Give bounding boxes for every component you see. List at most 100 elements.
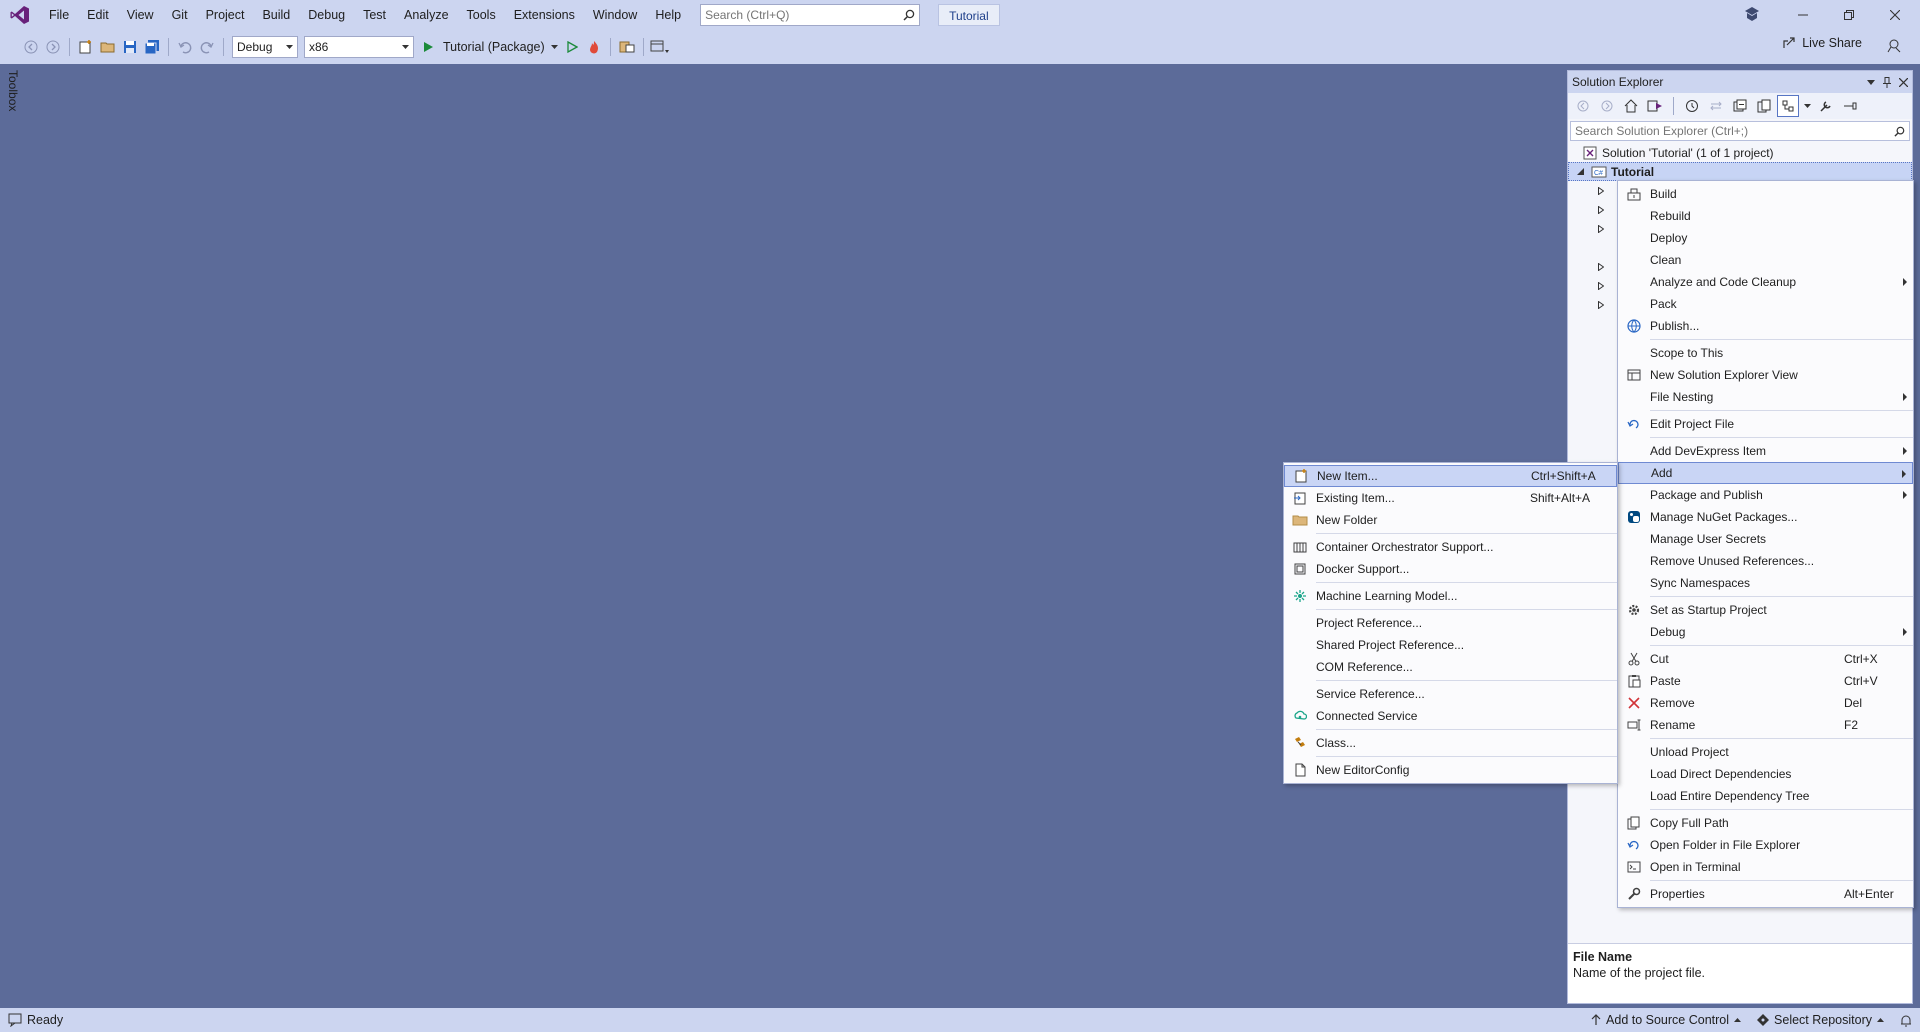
menu-item-edit-project-file[interactable]: Edit Project File	[1618, 413, 1913, 435]
menu-debug[interactable]: Debug	[299, 0, 354, 30]
close-button[interactable]	[1872, 0, 1918, 30]
menu-item-scope-to-this[interactable]: Scope to This	[1618, 342, 1913, 364]
chevron-down-icon[interactable]	[1867, 79, 1875, 85]
navigate-back-icon[interactable]	[20, 36, 42, 58]
menu-item-existing-item[interactable]: Existing Item... Shift+Alt+A	[1284, 487, 1617, 509]
menu-item-remove[interactable]: Remove Del	[1618, 692, 1913, 714]
dock-icon[interactable]	[1839, 95, 1861, 117]
menu-item-paste[interactable]: Paste Ctrl+V	[1618, 670, 1913, 692]
menu-tools[interactable]: Tools	[458, 0, 505, 30]
new-project-icon[interactable]	[75, 36, 97, 58]
start-debugging-icon[interactable]	[417, 36, 439, 58]
preview-selected-items-icon[interactable]	[1777, 95, 1799, 117]
menu-item-new-editorconfig[interactable]: New EditorConfig	[1284, 759, 1617, 781]
home-icon[interactable]	[1620, 95, 1642, 117]
pin-icon[interactable]	[1883, 76, 1891, 88]
close-icon[interactable]	[1899, 77, 1908, 87]
menu-item-unload-project[interactable]: Unload Project	[1618, 741, 1913, 763]
menu-item-cut[interactable]: Cut Ctrl+X	[1618, 648, 1913, 670]
menu-item-add[interactable]: Add	[1618, 462, 1913, 484]
save-icon[interactable]	[119, 36, 141, 58]
menu-item-file-nesting[interactable]: File Nesting	[1618, 386, 1913, 408]
account-icon[interactable]	[1742, 5, 1762, 25]
chevron-down-icon[interactable]	[1801, 95, 1813, 117]
menu-item-copy-full-path[interactable]: Copy Full Path	[1618, 812, 1913, 834]
menu-item-publish[interactable]: Publish...	[1618, 315, 1913, 337]
switch-views-icon[interactable]	[1644, 95, 1666, 117]
hot-reload-icon[interactable]	[583, 36, 605, 58]
menu-item-docker-support[interactable]: Docker Support...	[1284, 558, 1617, 580]
menu-item-container-orchestrator-support[interactable]: Container Orchestrator Support...	[1284, 536, 1617, 558]
minimize-button[interactable]	[1780, 0, 1826, 30]
menu-item-deploy[interactable]: Deploy	[1618, 227, 1913, 249]
menu-item-class[interactable]: Class...	[1284, 732, 1617, 754]
feedback-icon[interactable]	[1886, 38, 1902, 54]
menu-item-package-and-publish[interactable]: Package and Publish	[1618, 484, 1913, 506]
menu-item-open-folder-in-file-explorer[interactable]: Open Folder in File Explorer	[1618, 834, 1913, 856]
menu-item-new-solution-explorer-view[interactable]: New Solution Explorer View	[1618, 364, 1913, 386]
menu-analyze[interactable]: Analyze	[395, 0, 457, 30]
run-target-dropdown-icon[interactable]	[549, 36, 561, 58]
menu-help[interactable]: Help	[646, 0, 690, 30]
solution-explorer-search-input[interactable]	[1575, 124, 1894, 138]
menu-window[interactable]: Window	[584, 0, 646, 30]
solution-explorer-search[interactable]	[1570, 121, 1910, 141]
menu-item-load-entire-dependency-tree[interactable]: Load Entire Dependency Tree	[1618, 785, 1913, 807]
menu-file[interactable]: File	[40, 0, 78, 30]
menu-item-remove-unused-references[interactable]: Remove Unused References...	[1618, 550, 1913, 572]
undo-icon[interactable]	[174, 36, 196, 58]
menu-item-new-folder[interactable]: New Folder	[1284, 509, 1617, 531]
toolbox-tab[interactable]: Toolbox	[6, 70, 26, 120]
open-file-icon[interactable]	[97, 36, 119, 58]
menu-item-clean[interactable]: Clean	[1618, 249, 1913, 271]
menu-item-set-as-startup-project[interactable]: Set as Startup Project	[1618, 599, 1913, 621]
menu-extensions[interactable]: Extensions	[505, 0, 584, 30]
menu-item-build[interactable]: Build	[1618, 183, 1913, 205]
notifications-button[interactable]	[1892, 1014, 1920, 1027]
menu-project[interactable]: Project	[197, 0, 254, 30]
solution-configuration-dropdown[interactable]: Debug	[232, 36, 298, 58]
run-target-label[interactable]: Tutorial (Package)	[439, 40, 549, 54]
start-without-debugging-icon[interactable]	[561, 36, 583, 58]
menu-item-rename[interactable]: Rename F2	[1618, 714, 1913, 736]
pending-changes-filter-icon[interactable]	[1681, 95, 1703, 117]
menu-item-manage-nuget-packages[interactable]: Manage NuGet Packages...	[1618, 506, 1913, 528]
menu-test[interactable]: Test	[354, 0, 395, 30]
menu-item-pack[interactable]: Pack	[1618, 293, 1913, 315]
restore-button[interactable]	[1826, 0, 1872, 30]
redo-icon[interactable]	[196, 36, 218, 58]
search-input[interactable]	[705, 8, 904, 22]
menu-git[interactable]: Git	[163, 0, 197, 30]
navigate-back-icon[interactable]	[1572, 95, 1594, 117]
menu-item-sync-namespaces[interactable]: Sync Namespaces	[1618, 572, 1913, 594]
menu-item-machine-learning-model[interactable]: Machine Learning Model...	[1284, 585, 1617, 607]
menu-item-open-in-terminal[interactable]: Open in Terminal	[1618, 856, 1913, 878]
menu-item-connected-service[interactable]: Connected Service	[1284, 705, 1617, 727]
solution-platform-dropdown[interactable]: x86	[304, 36, 414, 58]
menu-item-properties[interactable]: Properties Alt+Enter	[1618, 883, 1913, 905]
menu-build[interactable]: Build	[253, 0, 299, 30]
menu-item-load-direct-dependencies[interactable]: Load Direct Dependencies	[1618, 763, 1913, 785]
menu-item-manage-user-secrets[interactable]: Manage User Secrets	[1618, 528, 1913, 550]
menu-item-analyze-and-code-cleanup[interactable]: Analyze and Code Cleanup	[1618, 271, 1913, 293]
menu-edit[interactable]: Edit	[78, 0, 118, 30]
menu-view[interactable]: View	[118, 0, 163, 30]
menu-item-shared-project-reference[interactable]: Shared Project Reference...	[1284, 634, 1617, 656]
browse-icon[interactable]	[616, 36, 638, 58]
tree-solution-node[interactable]: Solution 'Tutorial' (1 of 1 project)	[1568, 143, 1912, 162]
menu-item-add-devexpress-item[interactable]: Add DevExpress Item	[1618, 440, 1913, 462]
tree-project-node[interactable]: C# Tutorial	[1568, 162, 1912, 181]
menu-item-new-item[interactable]: New Item... Ctrl+Shift+A	[1284, 465, 1617, 487]
collapse-all-icon[interactable]	[1729, 95, 1751, 117]
wrench-icon[interactable]	[1815, 95, 1837, 117]
toolbar-options-icon[interactable]	[649, 36, 671, 58]
save-all-icon[interactable]	[141, 36, 163, 58]
menu-item-project-reference[interactable]: Project Reference...	[1284, 612, 1617, 634]
add-to-source-control-button[interactable]: Add to Source Control	[1583, 1013, 1749, 1027]
live-share-button[interactable]: Live Share	[1782, 36, 1862, 50]
menu-item-com-reference[interactable]: COM Reference...	[1284, 656, 1617, 678]
show-all-files-icon[interactable]	[1753, 95, 1775, 117]
expanded-arrow-icon[interactable]	[1573, 168, 1587, 175]
navigate-forward-icon[interactable]	[1596, 95, 1618, 117]
menu-item-debug[interactable]: Debug	[1618, 621, 1913, 643]
